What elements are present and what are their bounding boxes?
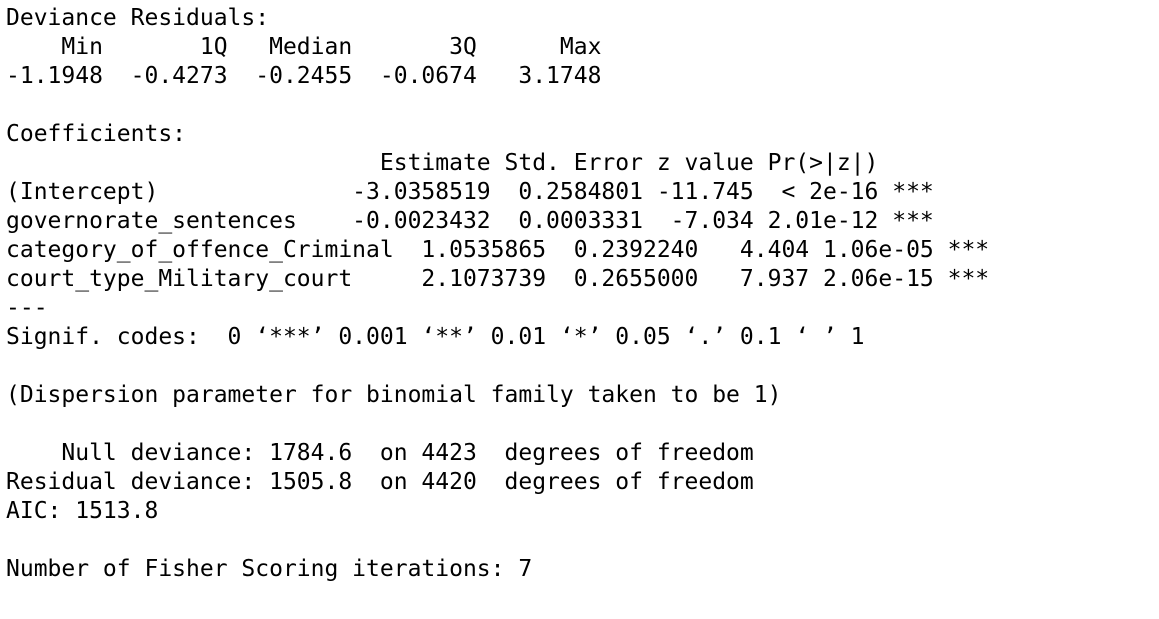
fisher-iterations-line: Number of Fisher Scoring iterations: 7 bbox=[6, 556, 533, 582]
null-deviance-line: Null deviance: 1784.6 on 4423 degrees of… bbox=[6, 440, 754, 466]
residuals-header-row: Min 1Q Median 3Q Max bbox=[6, 34, 630, 60]
coefficients-header-row: Estimate Std. Error z value Pr(>|z|) bbox=[6, 150, 934, 176]
residual-deviance-line: Residual deviance: 1505.8 on 4420 degree… bbox=[6, 469, 754, 495]
coefficient-row-category-of-offence: category_of_offence_Criminal 1.0535865 0… bbox=[6, 237, 990, 263]
coefficient-row-intercept: (Intercept) -3.0358519 0.2584801 -11.745… bbox=[6, 179, 934, 205]
r-console-output: Deviance Residuals: Min 1Q Median 3Q Max… bbox=[0, 0, 1159, 619]
aic-line: AIC: 1513.8 bbox=[6, 498, 159, 524]
coefficient-row-governorate-sentences: governorate_sentences -0.0023432 0.00033… bbox=[6, 208, 934, 234]
coefficients-heading: Coefficients: bbox=[6, 121, 187, 147]
deviance-residuals-heading: Deviance Residuals: bbox=[6, 5, 283, 31]
residuals-values-row: -1.1948 -0.4273 -0.2455 -0.0674 3.1748 bbox=[6, 63, 630, 89]
separator-line: --- bbox=[6, 295, 48, 321]
coefficient-row-court-type: court_type_Military_court 2.1073739 0.26… bbox=[6, 266, 990, 292]
signif-codes-line: Signif. codes: 0 ‘***’ 0.001 ‘**’ 0.01 ‘… bbox=[6, 324, 865, 350]
dispersion-note: (Dispersion parameter for binomial famil… bbox=[6, 382, 782, 408]
